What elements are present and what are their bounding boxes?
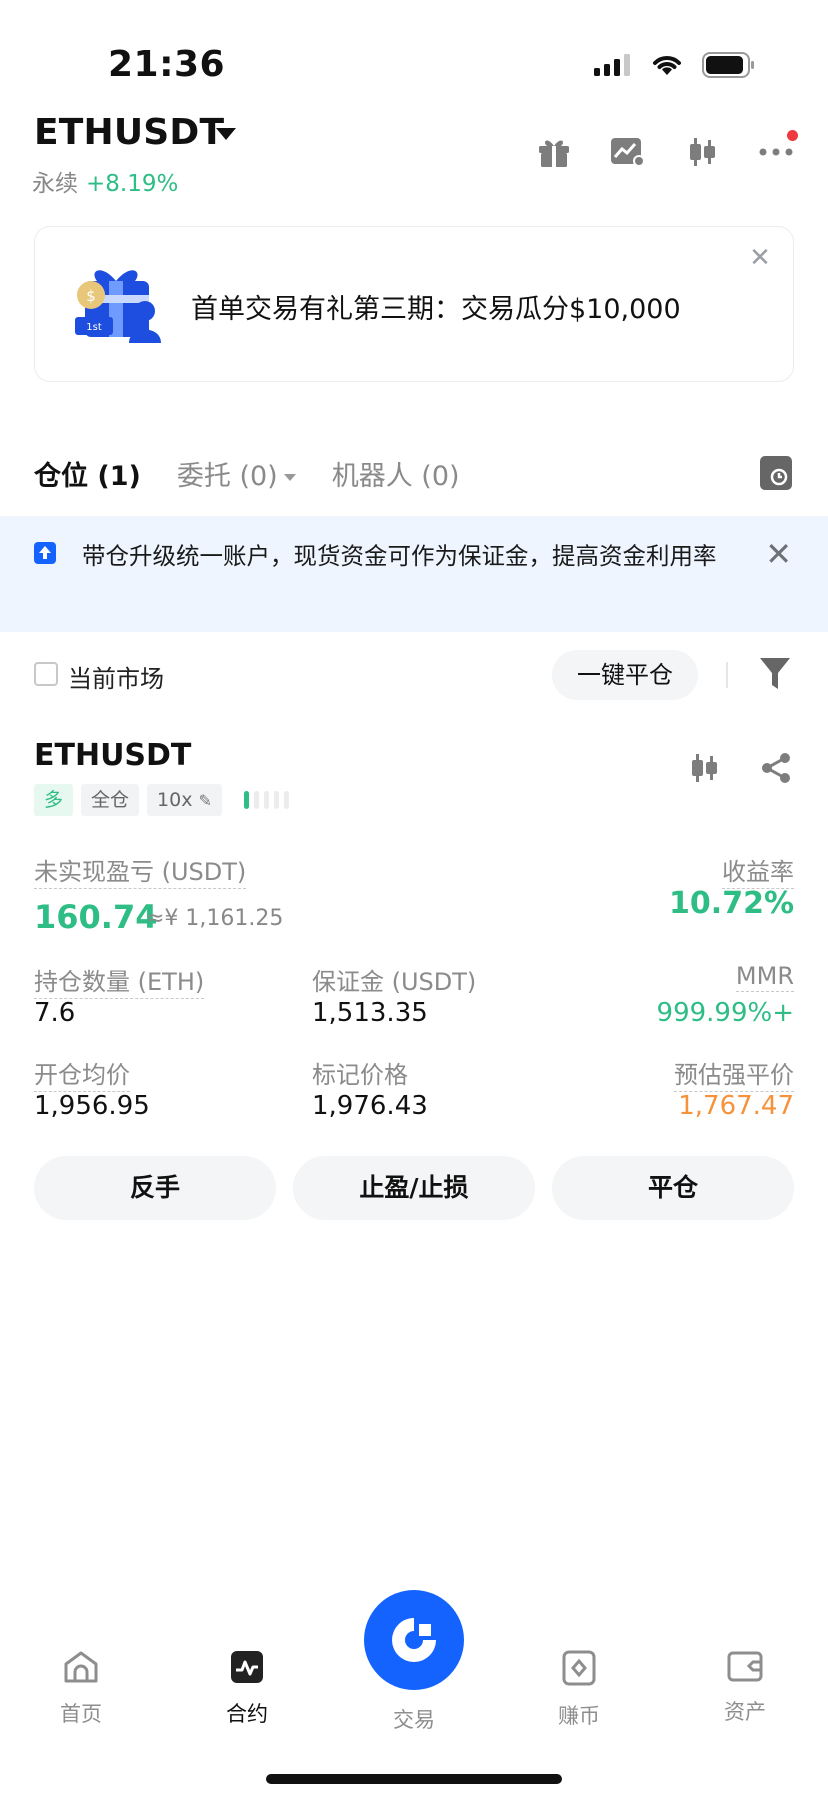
home-icon	[64, 1651, 98, 1683]
signal-icon	[594, 54, 630, 76]
wallet-icon	[727, 1651, 763, 1682]
mark-price-label: 标记价格	[312, 1061, 408, 1089]
margin-value: 1,513.35	[312, 998, 428, 1028]
tpsl-button[interactable]: 止盈/止损	[293, 1156, 535, 1220]
margin-mode-tag: 全仓	[81, 784, 140, 816]
nav-futures[interactable]: 合约	[202, 1650, 292, 1728]
trade-logo-icon	[392, 1618, 436, 1662]
trade-button[interactable]	[364, 1590, 464, 1690]
side-tag: 多	[34, 784, 74, 816]
unrealized-pnl-cny: ≈¥ 1,161.25	[146, 906, 284, 931]
entry-price-label[interactable]: 开仓均价	[34, 1055, 130, 1092]
current-market-label[interactable]: 当前市场	[68, 659, 164, 694]
header-actions	[536, 130, 798, 170]
close-all-button[interactable]: 一键平仓	[552, 650, 698, 700]
svg-text:$: $	[86, 287, 96, 305]
gift-icon[interactable]	[536, 134, 572, 170]
tab-bots[interactable]: 机器人 (0)	[332, 454, 460, 493]
nav-assets[interactable]: 资产	[700, 1650, 790, 1726]
margin-label: 保证金 (USDT)	[312, 968, 477, 996]
nav-earn[interactable]: 赚币	[534, 1650, 624, 1730]
battery-icon	[702, 52, 754, 78]
upgrade-notice: 带仓升级统一账户，现货资金可作为保证金，提高资金利用率 ✕	[0, 516, 828, 632]
share-icon[interactable]	[760, 752, 792, 784]
chart-icon[interactable]	[610, 134, 646, 170]
promo-banner[interactable]: $ 1st 首单交易有礼第三期：交易瓜分$10,000 ✕	[34, 226, 794, 382]
mark-price-value: 1,976.43	[312, 1091, 428, 1121]
mmr-value: 999.99%+	[656, 998, 794, 1028]
filter-icon[interactable]	[758, 656, 792, 692]
unrealized-pnl-label[interactable]: 未实现盈亏 (USDT)	[34, 852, 247, 889]
position-symbol[interactable]: ETHUSDT	[34, 738, 191, 773]
roe-label[interactable]: 收益率	[722, 852, 794, 889]
size-label[interactable]: 持仓数量 (ETH)	[34, 962, 205, 999]
close-icon[interactable]: ✕	[745, 243, 775, 273]
leverage-tag[interactable]: 10x ✎	[147, 784, 222, 816]
home-indicator	[266, 1774, 562, 1784]
nav-earn-label: 赚币	[558, 1704, 600, 1728]
reverse-button[interactable]: 反手	[34, 1156, 276, 1220]
tab-orders[interactable]: 委托 (0)	[177, 454, 296, 493]
entry-price-value: 1,956.95	[34, 1091, 150, 1121]
unrealized-pnl-value: 160.74	[34, 898, 158, 936]
current-market-checkbox[interactable]	[34, 662, 58, 686]
size-value: 7.6	[34, 998, 76, 1028]
more-icon[interactable]	[758, 130, 798, 170]
position-tags: 多 全仓 10x ✎	[34, 784, 289, 816]
nav-futures-label: 合约	[226, 1702, 268, 1726]
history-icon[interactable]	[760, 456, 792, 490]
wifi-icon	[653, 56, 681, 75]
risk-level-indicator	[243, 791, 289, 809]
promo-badge-text: 1st	[86, 322, 102, 333]
position-actions	[688, 752, 792, 784]
divider	[726, 662, 728, 688]
nav-assets-label: 资产	[724, 1700, 766, 1724]
liq-price-value: 1,767.47	[678, 1091, 794, 1121]
close-position-button[interactable]: 平仓	[552, 1156, 794, 1220]
futures-icon	[231, 1651, 263, 1683]
liq-price-label[interactable]: 预估强平价	[674, 1055, 794, 1092]
candlestick-icon[interactable]	[684, 134, 720, 170]
roe-value: 10.72%	[669, 886, 794, 921]
leverage-value: 10x	[157, 789, 193, 811]
nav-home[interactable]: 首页	[36, 1650, 126, 1728]
pair-title[interactable]: ETHUSDT	[34, 112, 224, 153]
status-time: 21:36	[108, 44, 226, 85]
status-icons	[594, 52, 756, 78]
edit-icon: ✎	[198, 791, 212, 810]
candlestick-icon[interactable]	[688, 752, 720, 784]
tab-orders-label: 委托 (0)	[176, 461, 278, 492]
chevron-down-icon	[283, 474, 296, 481]
mmr-label[interactable]: MMR	[735, 962, 794, 992]
nav-home-label: 首页	[60, 1702, 102, 1726]
close-icon[interactable]: ✕	[765, 538, 792, 570]
gift-box-illustration: $ 1st	[71, 263, 171, 347]
contract-type: 永续	[32, 171, 78, 197]
notification-dot	[787, 130, 798, 141]
nav-trade-label: 交易	[393, 1708, 435, 1732]
tab-positions[interactable]: 仓位 (1)	[34, 454, 141, 493]
position-tabs: 仓位 (1) 委托 (0) 机器人 (0)	[34, 454, 460, 493]
pair-dropdown-icon[interactable]	[216, 128, 236, 140]
notice-text: 带仓升级统一账户，现货资金可作为保证金，提高资金利用率	[82, 542, 717, 570]
upgrade-icon	[34, 542, 56, 564]
price-change: +8.19%	[86, 171, 179, 197]
promo-text: 首单交易有礼第三期：交易瓜分$10,000	[191, 294, 681, 325]
earn-icon	[562, 1650, 596, 1686]
pair-subtitle: 永续 +8.19%	[32, 164, 178, 198]
